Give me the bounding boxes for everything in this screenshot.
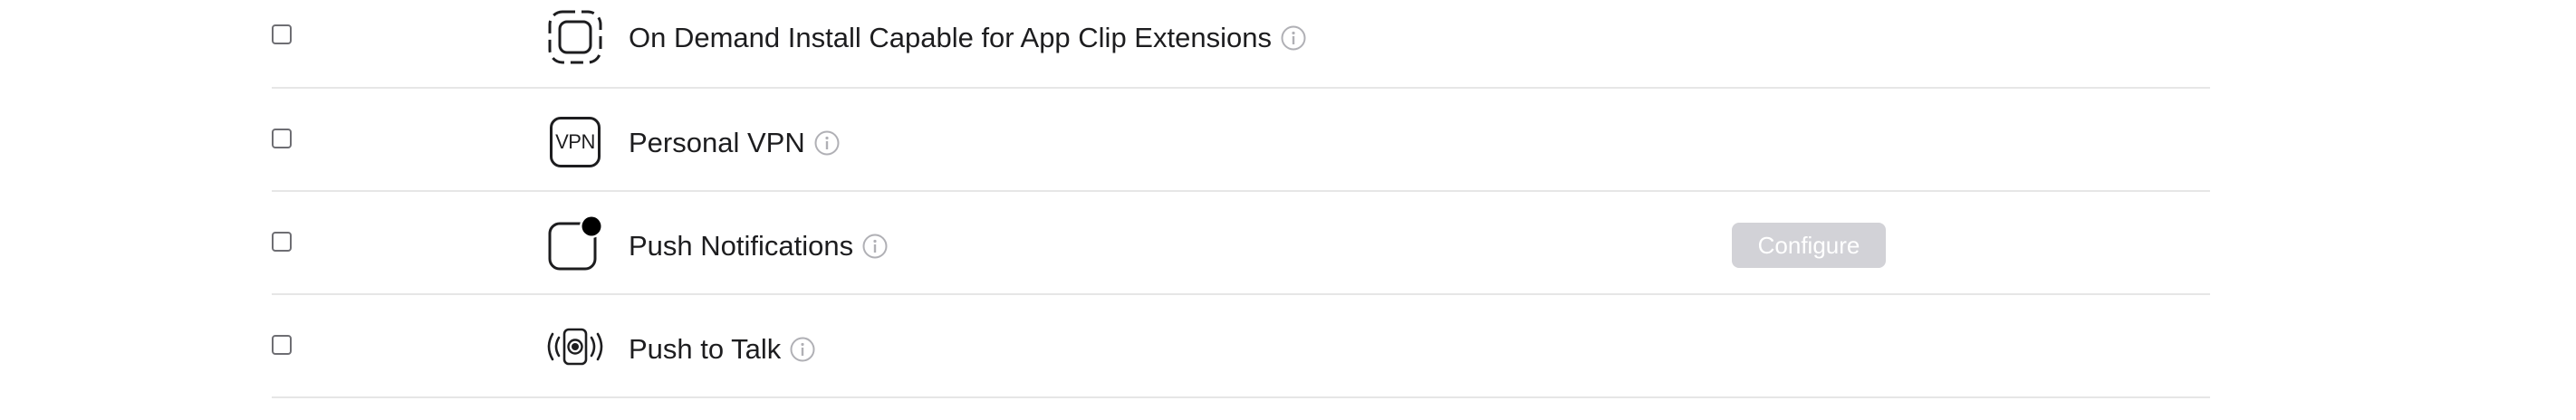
- capability-name: Push Notifications: [629, 230, 854, 262]
- personal-vpn-label: Personal VPN: [629, 125, 840, 161]
- push-to-talk-label: Push to Talk: [629, 331, 815, 368]
- capability-row-personal-vpn: VPN Personal VPN: [272, 89, 2210, 192]
- capabilities-list: On Demand Install Capable for App Clip E…: [272, 0, 2210, 398]
- capability-row-on-demand-install: On Demand Install Capable for App Clip E…: [272, 0, 2210, 89]
- on-demand-install-checkbox[interactable]: [272, 24, 292, 44]
- capability-row-push-notifications: Push Notifications Configure: [272, 192, 2210, 295]
- personal-vpn-checkbox[interactable]: [272, 129, 292, 148]
- info-icon[interactable]: [1281, 25, 1306, 51]
- vpn-icon: VPN: [543, 110, 607, 174]
- capability-name: On Demand Install Capable for App Clip E…: [629, 22, 1272, 53]
- on-demand-install-label: On Demand Install Capable for App Clip E…: [629, 20, 1306, 56]
- configure-button[interactable]: Configure: [1732, 223, 1886, 268]
- push-notifications-label: Push Notifications: [629, 228, 888, 264]
- push-to-talk-broadcast-icon: [543, 315, 607, 378]
- capability-name: Push to Talk: [629, 333, 782, 365]
- info-icon[interactable]: [814, 130, 840, 156]
- app-clip-dashed-square-icon: [543, 5, 607, 69]
- capability-row-push-to-talk: Push to Talk: [272, 295, 2210, 398]
- vpn-icon-text: VPN: [550, 117, 601, 167]
- push-notification-badge-icon: [543, 212, 607, 275]
- info-icon[interactable]: [790, 337, 815, 362]
- push-to-talk-checkbox[interactable]: [272, 335, 292, 355]
- push-notifications-checkbox[interactable]: [272, 232, 292, 252]
- info-icon[interactable]: [862, 234, 888, 259]
- capability-name: Personal VPN: [629, 127, 805, 158]
